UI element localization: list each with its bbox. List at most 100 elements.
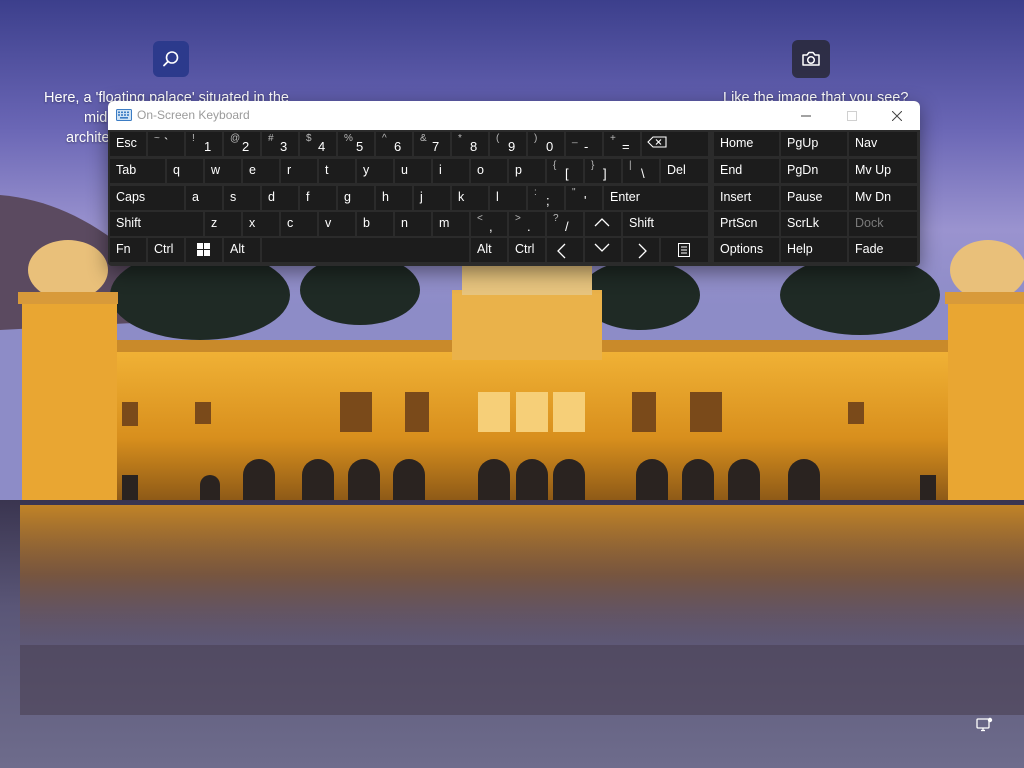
spotlight-search-button[interactable] <box>153 41 189 77</box>
key-prtscn[interactable]: PrtScn <box>714 212 779 236</box>
key-tab[interactable]: Tab <box>110 159 165 183</box>
key-label: Insert <box>720 190 752 204</box>
key-space[interactable] <box>262 238 469 262</box>
key-tilde[interactable]: ~ ` <box>148 132 184 156</box>
key-nav[interactable]: Nav <box>849 132 917 156</box>
key-f[interactable]: f <box>300 186 336 210</box>
network-status-icon[interactable] <box>976 717 994 733</box>
key-u[interactable]: u <box>395 159 431 183</box>
key-w[interactable]: w <box>205 159 241 183</box>
key-del[interactable]: Del <box>661 159 708 183</box>
key-1[interactable]: ! 1 <box>186 132 222 156</box>
key-3[interactable]: #3 <box>262 132 298 156</box>
key-ctrl-left[interactable]: Ctrl <box>148 238 184 262</box>
minimize-button[interactable] <box>783 101 829 130</box>
key-l[interactable]: l <box>490 186 526 210</box>
key-caps[interactable]: Caps <box>110 186 184 210</box>
key-shift-left[interactable]: Shift <box>110 212 203 236</box>
key-p[interactable]: p <box>509 159 545 183</box>
key-shift-right[interactable]: Shift <box>623 212 708 236</box>
key-arrow-down[interactable] <box>585 238 621 262</box>
key-e[interactable]: e <box>243 159 279 183</box>
key-2[interactable]: @2 <box>224 132 260 156</box>
key-backspace[interactable] <box>642 132 708 156</box>
key-backslash[interactable]: | \ <box>623 159 659 183</box>
key-v[interactable]: v <box>319 212 355 236</box>
key-mv-dn[interactable]: Mv Dn <box>849 186 917 210</box>
key-label: PgDn <box>787 163 819 177</box>
osk-titlebar[interactable]: On-Screen Keyboard <box>108 101 920 130</box>
key-slash[interactable]: ? / <box>547 212 583 236</box>
key-minus[interactable]: _ - <box>566 132 602 156</box>
key-a[interactable]: a <box>186 186 222 210</box>
key-fn[interactable]: Fn <box>110 238 146 262</box>
key-label: r <box>287 163 292 177</box>
key-semicolon[interactable]: :; <box>528 186 564 210</box>
close-button[interactable] <box>874 101 920 130</box>
key-pgup[interactable]: PgUp <box>781 132 847 156</box>
key-9[interactable]: (9 <box>490 132 526 156</box>
key-n[interactable]: n <box>395 212 431 236</box>
key-s[interactable]: s <box>224 186 260 210</box>
key-label: a <box>192 190 199 204</box>
key-c[interactable]: c <box>281 212 317 236</box>
key-comma[interactable]: <, <box>471 212 507 236</box>
key-enter[interactable]: Enter <box>604 186 708 210</box>
key-7[interactable]: & 7 <box>414 132 450 156</box>
key-mv-up[interactable]: Mv Up <box>849 159 917 183</box>
key-label: x <box>249 216 256 230</box>
key-options[interactable]: Options <box>714 238 779 262</box>
key-quote[interactable]: " ' <box>566 186 602 210</box>
key-q[interactable]: q <box>167 159 203 183</box>
key-fade[interactable]: Fade <box>849 238 917 262</box>
key-help[interactable]: Help <box>781 238 847 262</box>
key-t[interactable]: t <box>319 159 355 183</box>
key-ctrl-right[interactable]: Ctrl <box>509 238 545 262</box>
key-windows[interactable] <box>186 238 222 262</box>
key-right-bracket[interactable]: }] <box>585 159 621 183</box>
key-home[interactable]: Home <box>714 132 779 156</box>
window-title: On-Screen Keyboard <box>137 108 250 122</box>
key-z[interactable]: z <box>205 212 241 236</box>
key-arrow-up[interactable] <box>585 212 621 236</box>
key-insert[interactable]: Insert <box>714 186 779 210</box>
key-4[interactable]: $4 <box>300 132 336 156</box>
key-x[interactable]: x <box>243 212 279 236</box>
key-arrow-left[interactable] <box>547 238 583 262</box>
key-label: ; <box>546 193 550 208</box>
key-pgdn[interactable]: PgDn <box>781 159 847 183</box>
key-6[interactable]: ^ 6 <box>376 132 412 156</box>
spotlight-camera-button[interactable] <box>792 40 830 78</box>
key-k[interactable]: k <box>452 186 488 210</box>
key-h[interactable]: h <box>376 186 412 210</box>
key-r[interactable]: r <box>281 159 317 183</box>
key-label: c <box>287 216 294 230</box>
key-j[interactable]: j <box>414 186 450 210</box>
key-arrow-right[interactable] <box>623 238 659 262</box>
key-alt-left[interactable]: Alt <box>224 238 260 262</box>
key-o[interactable]: o <box>471 159 507 183</box>
key-scrlk[interactable]: ScrLk <box>781 212 847 236</box>
key-pause[interactable]: Pause <box>781 186 847 210</box>
key-y[interactable]: y <box>357 159 393 183</box>
on-screen-keyboard-window[interactable]: On-Screen Keyboard Esc ~ ` ! 1 @2 #3 $4 % 5… <box>108 101 920 266</box>
key-period[interactable]: >. <box>509 212 545 236</box>
key-0[interactable]: ) 0 <box>528 132 564 156</box>
key-i[interactable]: i <box>433 159 469 183</box>
key-equal[interactable]: + = <box>604 132 640 156</box>
key-esc[interactable]: Esc <box>110 132 146 156</box>
key-m[interactable]: m <box>433 212 469 236</box>
key-label: 7 <box>432 139 440 154</box>
key-menu[interactable] <box>661 238 708 262</box>
key-5[interactable]: % 5 <box>338 132 374 156</box>
key-shift-label: " <box>572 187 576 198</box>
key-alt-right[interactable]: Alt <box>471 238 507 262</box>
key-shift-label: ^ <box>382 133 387 144</box>
key-d[interactable]: d <box>262 186 298 210</box>
key-label: Fn <box>116 242 131 256</box>
key-8[interactable]: * 8 <box>452 132 488 156</box>
key-left-bracket[interactable]: {[ <box>547 159 583 183</box>
key-g[interactable]: g <box>338 186 374 210</box>
key-b[interactable]: b <box>357 212 393 236</box>
key-end[interactable]: End <box>714 159 779 183</box>
